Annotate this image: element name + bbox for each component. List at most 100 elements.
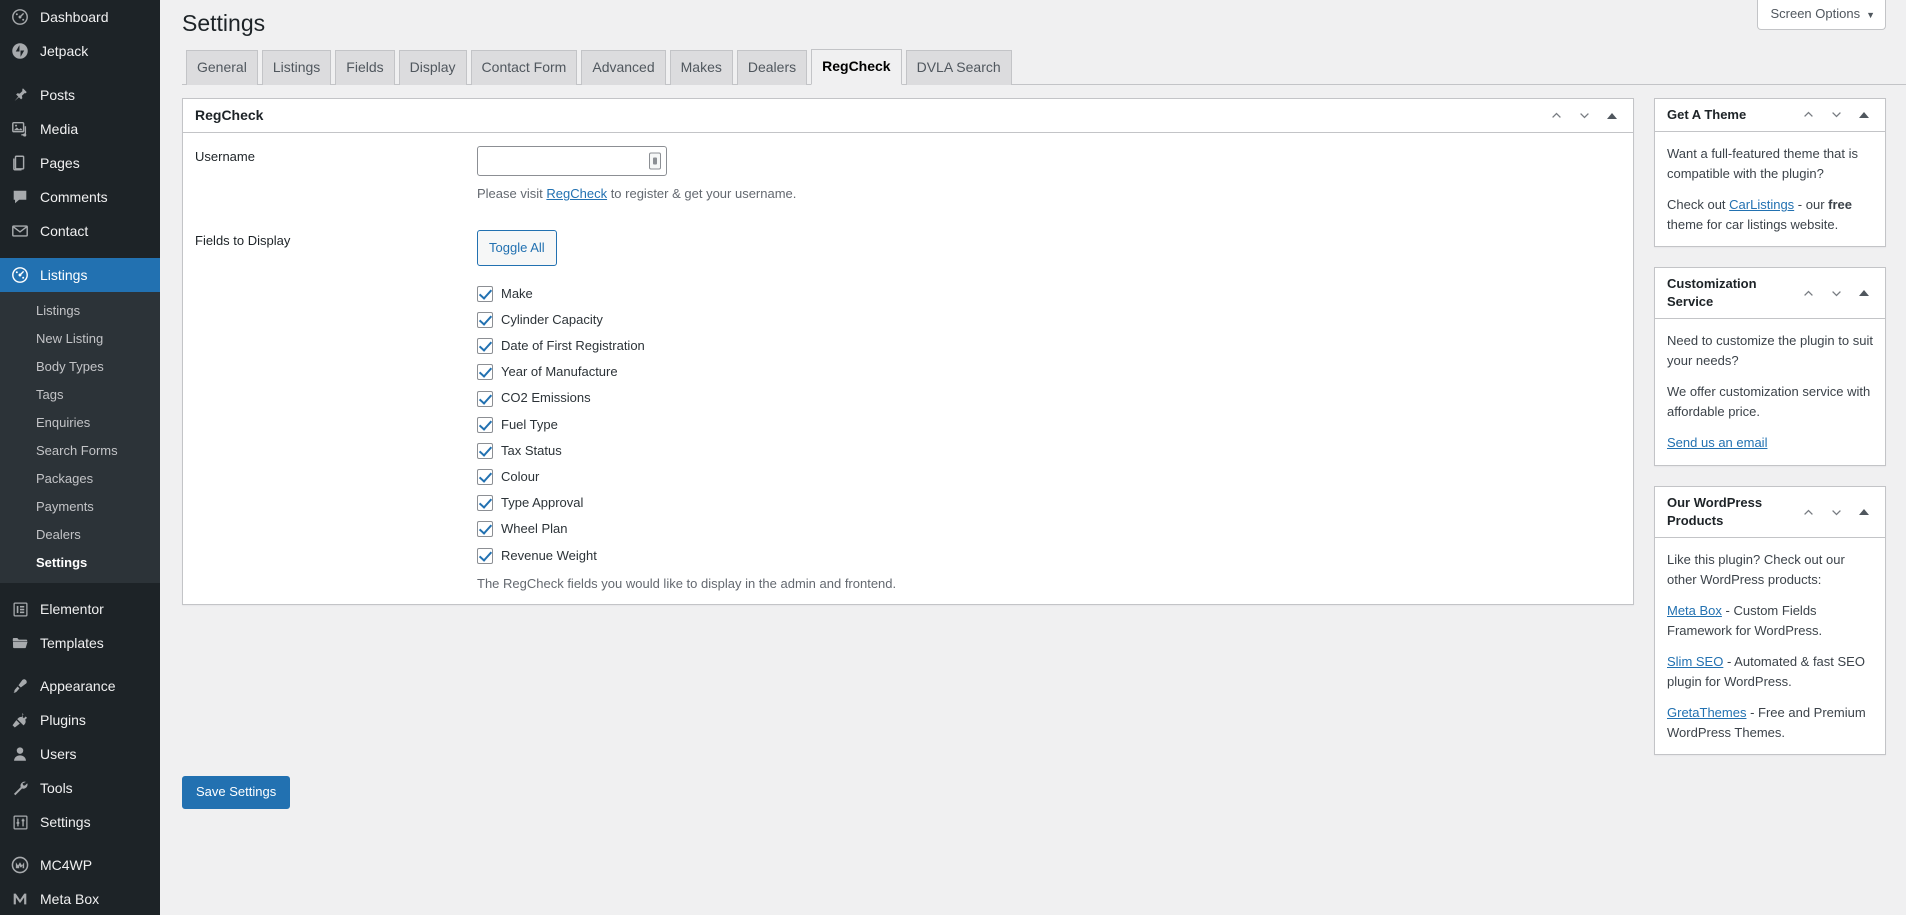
side-box-handle-actions (1799, 284, 1873, 302)
sidebar-subitem-tags[interactable]: Tags (0, 381, 160, 409)
field-checkbox-row[interactable]: Tax Status (477, 442, 1623, 460)
move-down-icon[interactable] (1827, 284, 1845, 302)
sidebar-item-comments[interactable]: Comments (0, 180, 160, 214)
side-box-link[interactable]: Slim SEO (1667, 654, 1723, 669)
sidebar-subitem-listings[interactable]: Listings (0, 297, 160, 325)
sidebar-subitem-search-forms[interactable]: Search Forms (0, 437, 160, 465)
field-checkbox-row[interactable]: Fuel Type (477, 416, 1623, 434)
sidebar-subitem-enquiries[interactable]: Enquiries (0, 409, 160, 437)
media-icon (10, 119, 30, 139)
sidebar-item-dashboard[interactable]: Dashboard (0, 0, 160, 34)
tab-general[interactable]: General (186, 49, 258, 85)
move-up-icon[interactable] (1799, 106, 1817, 124)
field-checkbox[interactable] (477, 364, 493, 381)
sidebar-subitem-payments[interactable]: Payments (0, 493, 160, 521)
tab-display[interactable]: Display (398, 49, 467, 85)
field-checkbox[interactable] (477, 390, 493, 407)
tab-advanced[interactable]: Advanced (581, 49, 666, 85)
sidebar-item-mc4wp[interactable]: MC4WP (0, 848, 160, 882)
move-down-icon[interactable] (1827, 503, 1845, 521)
sidebar-subitem-new-listing[interactable]: New Listing (0, 325, 160, 353)
sidebar-subitem-packages[interactable]: Packages (0, 465, 160, 493)
sidebar-item-media[interactable]: Media (0, 112, 160, 146)
field-checkbox-row[interactable]: CO2 Emissions (477, 389, 1623, 407)
field-checkbox-row[interactable]: Date of First Registration (477, 337, 1623, 355)
tab-dealers[interactable]: Dealers (736, 49, 808, 85)
side-box-link[interactable]: Meta Box (1667, 603, 1722, 618)
field-checkbox-label: Cylinder Capacity (501, 311, 603, 327)
admin-screen: Dashboard Jetpack Posts Media Pages Comments C… (0, 0, 1906, 915)
move-up-icon[interactable] (1799, 284, 1817, 302)
sidebar-item-settings[interactable]: Settings (0, 805, 160, 839)
field-checkbox-row[interactable]: Colour (477, 468, 1623, 486)
sidebar-item-label: Pages (40, 155, 80, 171)
sidebar-item-label: Users (40, 746, 77, 762)
field-checkbox[interactable] (477, 338, 493, 355)
sidebar-item-appearance[interactable]: Appearance (0, 669, 160, 703)
collapse-toggle-icon[interactable] (1603, 107, 1621, 125)
regcheck-link[interactable]: RegCheck (546, 186, 607, 201)
move-up-icon[interactable] (1547, 107, 1565, 125)
sidebar-item-listings[interactable]: Listings (0, 258, 160, 292)
sidebar-item-contact[interactable]: Contact (0, 214, 160, 248)
toggle-all-button[interactable]: Toggle All (477, 229, 557, 266)
field-checkbox[interactable] (477, 416, 493, 433)
sidebar-item-jetpack[interactable]: Jetpack (0, 34, 160, 68)
settings-form-table: Username Please visit RegCheck to regist… (183, 133, 1633, 603)
field-checkbox-label: Colour (501, 468, 540, 484)
collapse-toggle-icon[interactable] (1855, 503, 1873, 521)
sidebar-item-pages[interactable]: Pages (0, 146, 160, 180)
side-box-paragraph: Like this plugin? Check out our other Wo… (1667, 550, 1873, 589)
username-input[interactable] (477, 146, 667, 177)
sidebar-item-elementor[interactable]: Elementor (0, 592, 160, 626)
side-box-link[interactable]: GretaThemes (1667, 705, 1746, 720)
tab-fields[interactable]: Fields (335, 49, 395, 85)
field-checkbox[interactable] (477, 495, 493, 512)
field-checkbox-row[interactable]: Make (477, 285, 1623, 303)
collapse-toggle-icon[interactable] (1855, 284, 1873, 302)
sidebar-item-plugins[interactable]: Plugins (0, 703, 160, 737)
field-checkbox-label: Tax Status (501, 442, 562, 458)
field-checkbox-row[interactable]: Wheel Plan (477, 520, 1623, 538)
sidebar-item-tools[interactable]: Tools (0, 771, 160, 805)
fields-checkbox-list: Make Cylinder Capacity Date of First Regis… (477, 285, 1623, 565)
side-box-text: theme for car listings website. (1667, 216, 1839, 232)
field-checkbox[interactable] (477, 442, 493, 459)
tab-makes[interactable]: Makes (669, 49, 733, 85)
sidebar-item-templates[interactable]: Templates (0, 626, 160, 660)
mc4wp-icon (10, 855, 30, 875)
field-checkbox-row[interactable]: Year of Manufacture (477, 363, 1623, 381)
sidebar-subitem-settings[interactable]: Settings (0, 549, 160, 577)
move-up-icon[interactable] (1799, 503, 1817, 521)
username-description: Please visit RegCheck to register & get … (477, 185, 1623, 203)
field-checkbox[interactable] (477, 547, 493, 564)
move-down-icon[interactable] (1827, 106, 1845, 124)
field-checkbox-row[interactable]: Cylinder Capacity (477, 311, 1623, 329)
move-down-icon[interactable] (1575, 107, 1593, 125)
field-checkbox[interactable] (477, 469, 493, 486)
password-reveal-icon[interactable] (649, 152, 661, 170)
screen-options-button[interactable]: Screen Options ▼ (1757, 0, 1886, 30)
field-checkbox[interactable] (477, 521, 493, 538)
sidebar-subitem-body-types[interactable]: Body Types (0, 353, 160, 381)
field-checkbox-row[interactable]: Type Approval (477, 494, 1623, 512)
sidebar-subitem-dealers[interactable]: Dealers (0, 521, 160, 549)
save-settings-button[interactable]: Save Settings (182, 776, 291, 810)
sidebar-item-posts[interactable]: Posts (0, 78, 160, 112)
field-checkbox-row[interactable]: Revenue Weight (477, 547, 1623, 565)
sidebar-item-meta-box[interactable]: Meta Box (0, 882, 160, 915)
collapse-toggle-icon[interactable] (1855, 106, 1873, 124)
tab-contact-form[interactable]: Contact Form (470, 49, 578, 85)
tab-listings[interactable]: Listings (261, 49, 332, 85)
side-box-paragraph: We offer customization service with affo… (1667, 382, 1873, 421)
field-checkbox[interactable] (477, 285, 493, 302)
fields-to-display-row: Fields to Display Toggle All Make Cylinde… (183, 217, 1633, 604)
side-box-link[interactable]: CarListings (1729, 197, 1794, 212)
sidebar-item-label: Appearance (40, 678, 116, 694)
tab-regcheck[interactable]: RegCheck (811, 48, 902, 85)
field-checkbox[interactable] (477, 311, 493, 328)
side-box-link[interactable]: Send us an email (1667, 435, 1767, 450)
tab-dvla-search[interactable]: DVLA Search (905, 49, 1012, 85)
sidebar-item-users[interactable]: Users (0, 737, 160, 771)
chevron-down-icon: ▼ (1866, 10, 1875, 20)
